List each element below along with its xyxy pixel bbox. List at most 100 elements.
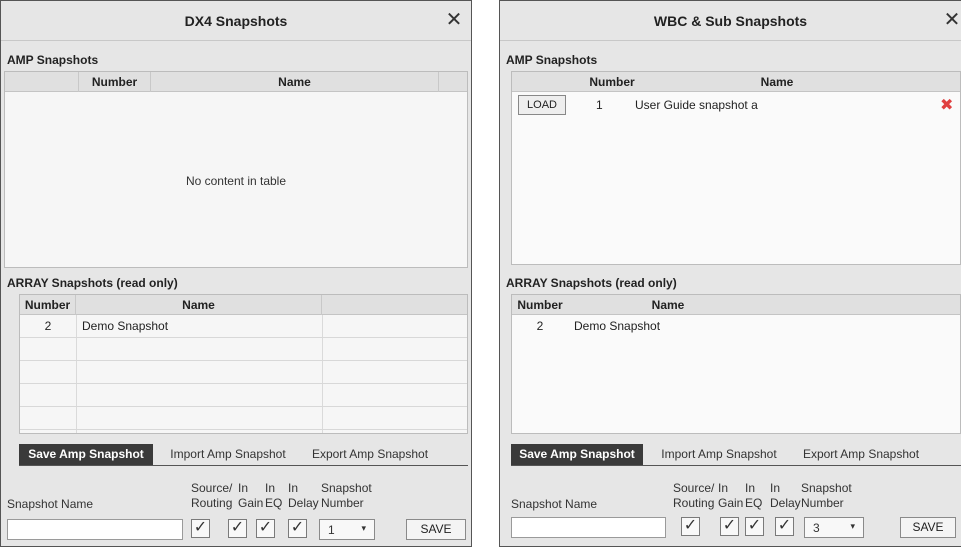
close-icon[interactable]: ✕ — [941, 9, 961, 31]
column-header-number[interactable]: Number — [20, 295, 76, 315]
dialog-title-bar: DX4 Snapshots ✕ — [1, 1, 471, 41]
source-routing-label-line2: Routing — [191, 496, 233, 510]
in-gain-label-line1: In — [238, 481, 249, 495]
column-header-name[interactable]: Name — [76, 295, 322, 315]
snapshot-number-select[interactable]: 3 ▾ — [804, 517, 864, 538]
snapshot-number-value: 1 — [328, 523, 335, 537]
delete-icon[interactable]: ✖ — [940, 98, 953, 114]
source-routing-label-line1: Source/ — [191, 481, 233, 495]
in-eq-label-line2: EQ — [745, 496, 763, 510]
snapshot-number-value: 3 — [813, 521, 820, 535]
in-eq-label-line1: In — [745, 481, 756, 495]
snapshot-name-label: Snapshot Name — [511, 497, 598, 511]
close-icon[interactable]: ✕ — [443, 9, 465, 31]
table-row[interactable]: LOAD 1 User Guide snapshot a ✖ — [512, 92, 960, 118]
in-delay-checkbox[interactable]: ✓ — [288, 519, 307, 538]
tab-save-amp-snapshot[interactable]: Save Amp Snapshot — [511, 444, 643, 465]
tab-export-amp-snapshot[interactable]: Export Amp Snapshot — [305, 444, 435, 465]
column-header-name[interactable]: Name — [151, 72, 439, 92]
row-number: 1 — [596, 98, 603, 112]
row-number: 2 — [536, 319, 544, 333]
tab-import-amp-snapshot[interactable]: Import Amp Snapshot — [653, 444, 785, 465]
in-delay-checkbox[interactable]: ✓ — [775, 517, 794, 536]
snapshot-number-label-line1: Snapshot — [321, 481, 372, 495]
row-number: 2 — [44, 319, 52, 333]
dx4-snapshots-dialog: DX4 Snapshots ✕ AMP Snapshots Number Nam… — [0, 0, 472, 547]
in-gain-checkbox[interactable]: ✓ — [720, 517, 739, 536]
column-header-name[interactable]: Name — [647, 72, 907, 92]
checkmark-icon: ✓ — [683, 517, 698, 534]
array-snapshots-table: Number Name 2 Demo Snapshot — [511, 294, 961, 434]
in-eq-checkbox[interactable]: ✓ — [745, 517, 764, 536]
table-body: LOAD 1 User Guide snapshot a ✖ — [512, 92, 960, 264]
array-snapshots-heading: ARRAY Snapshots (read only) — [7, 276, 178, 290]
source-routing-checkbox[interactable]: ✓ — [191, 519, 210, 538]
load-button[interactable]: LOAD — [518, 95, 566, 115]
wbc-sub-snapshots-dialog: WBC & Sub Snapshots ✕ AMP Snapshots Numb… — [499, 0, 961, 547]
checkmark-icon: ✓ — [193, 519, 208, 536]
snapshot-tabstrip: Save Amp Snapshot Import Amp Snapshot Ex… — [511, 444, 961, 466]
in-delay-label-line1: In — [288, 481, 299, 495]
in-eq-label-line1: In — [265, 481, 276, 495]
table-body: No content in table — [5, 92, 467, 267]
snapshot-number-label-line2: Number — [321, 496, 364, 510]
snapshot-name-input[interactable] — [7, 519, 183, 540]
snapshot-number-label-line2: Number — [801, 496, 844, 510]
snapshot-name-input[interactable] — [511, 517, 666, 538]
source-routing-label-line2: Routing — [673, 496, 715, 510]
table-row — [20, 407, 467, 430]
in-gain-label-line2: Gain — [718, 496, 744, 510]
row-name: Demo Snapshot — [574, 319, 661, 333]
in-delay-label-line2: Delay — [770, 496, 801, 510]
header-spacer — [5, 72, 79, 92]
snapshot-number-label-line1: Snapshot — [801, 481, 852, 495]
checkmark-icon: ✓ — [258, 519, 273, 536]
amp-snapshots-heading: AMP Snapshots — [7, 53, 99, 67]
snapshot-number-select[interactable]: 1 ▾ — [319, 519, 375, 540]
table-body: 2 Demo Snapshot — [512, 315, 960, 433]
table-row — [20, 338, 467, 361]
header-spacer — [439, 72, 469, 92]
snapshot-name-label: Snapshot Name — [7, 497, 94, 511]
in-gain-checkbox[interactable]: ✓ — [228, 519, 247, 538]
array-snapshots-table: Number Name 2 Demo Snapshot — [19, 294, 468, 434]
save-button[interactable]: SAVE — [900, 517, 956, 538]
in-eq-checkbox[interactable]: ✓ — [256, 519, 275, 538]
table-row[interactable]: 2 Demo Snapshot — [20, 315, 467, 338]
in-gain-label-line1: In — [718, 481, 729, 495]
table-row[interactable]: 2 Demo Snapshot — [512, 315, 960, 338]
column-header-name[interactable]: Name — [568, 295, 768, 315]
row-name: Demo Snapshot — [82, 319, 169, 333]
in-delay-label-line2: Delay — [288, 496, 319, 510]
table-header: Number Name — [20, 295, 467, 315]
snapshot-tabstrip: Save Amp Snapshot Import Amp Snapshot Ex… — [19, 444, 468, 466]
in-delay-label-line1: In — [770, 481, 781, 495]
source-routing-checkbox[interactable]: ✓ — [681, 517, 700, 536]
tab-export-amp-snapshot[interactable]: Export Amp Snapshot — [795, 444, 927, 465]
amp-snapshots-table: Number Name LOAD 1 User Guide snapshot a… — [511, 71, 961, 265]
column-header-number[interactable]: Number — [577, 72, 647, 92]
table-header: Number Name — [512, 295, 960, 315]
column-header-number[interactable]: Number — [512, 295, 568, 315]
table-row — [20, 384, 467, 407]
array-snapshots-heading: ARRAY Snapshots (read only) — [506, 276, 677, 290]
in-gain-label-line2: Gain — [238, 496, 264, 510]
tab-save-amp-snapshot[interactable]: Save Amp Snapshot — [19, 444, 153, 465]
table-header: Number Name — [512, 72, 960, 92]
table-row — [20, 361, 467, 384]
tab-import-amp-snapshot[interactable]: Import Amp Snapshot — [163, 444, 293, 465]
source-routing-label-line1: Source/ — [673, 481, 715, 495]
save-button[interactable]: SAVE — [406, 519, 466, 540]
table-header: Number Name — [5, 72, 467, 92]
row-name: User Guide snapshot a — [635, 98, 758, 112]
amp-snapshots-table: Number Name No content in table — [4, 71, 468, 268]
header-spacer — [322, 295, 468, 315]
in-eq-label-line2: EQ — [265, 496, 283, 510]
checkmark-icon: ✓ — [747, 517, 762, 534]
dialog-title-bar: WBC & Sub Snapshots ✕ — [500, 1, 961, 41]
checkmark-icon: ✓ — [290, 519, 305, 536]
checkmark-icon: ✓ — [777, 517, 792, 534]
table-body: 2 Demo Snapshot — [20, 315, 467, 433]
column-header-number[interactable]: Number — [79, 72, 151, 92]
chevron-down-icon: ▾ — [361, 523, 366, 533]
